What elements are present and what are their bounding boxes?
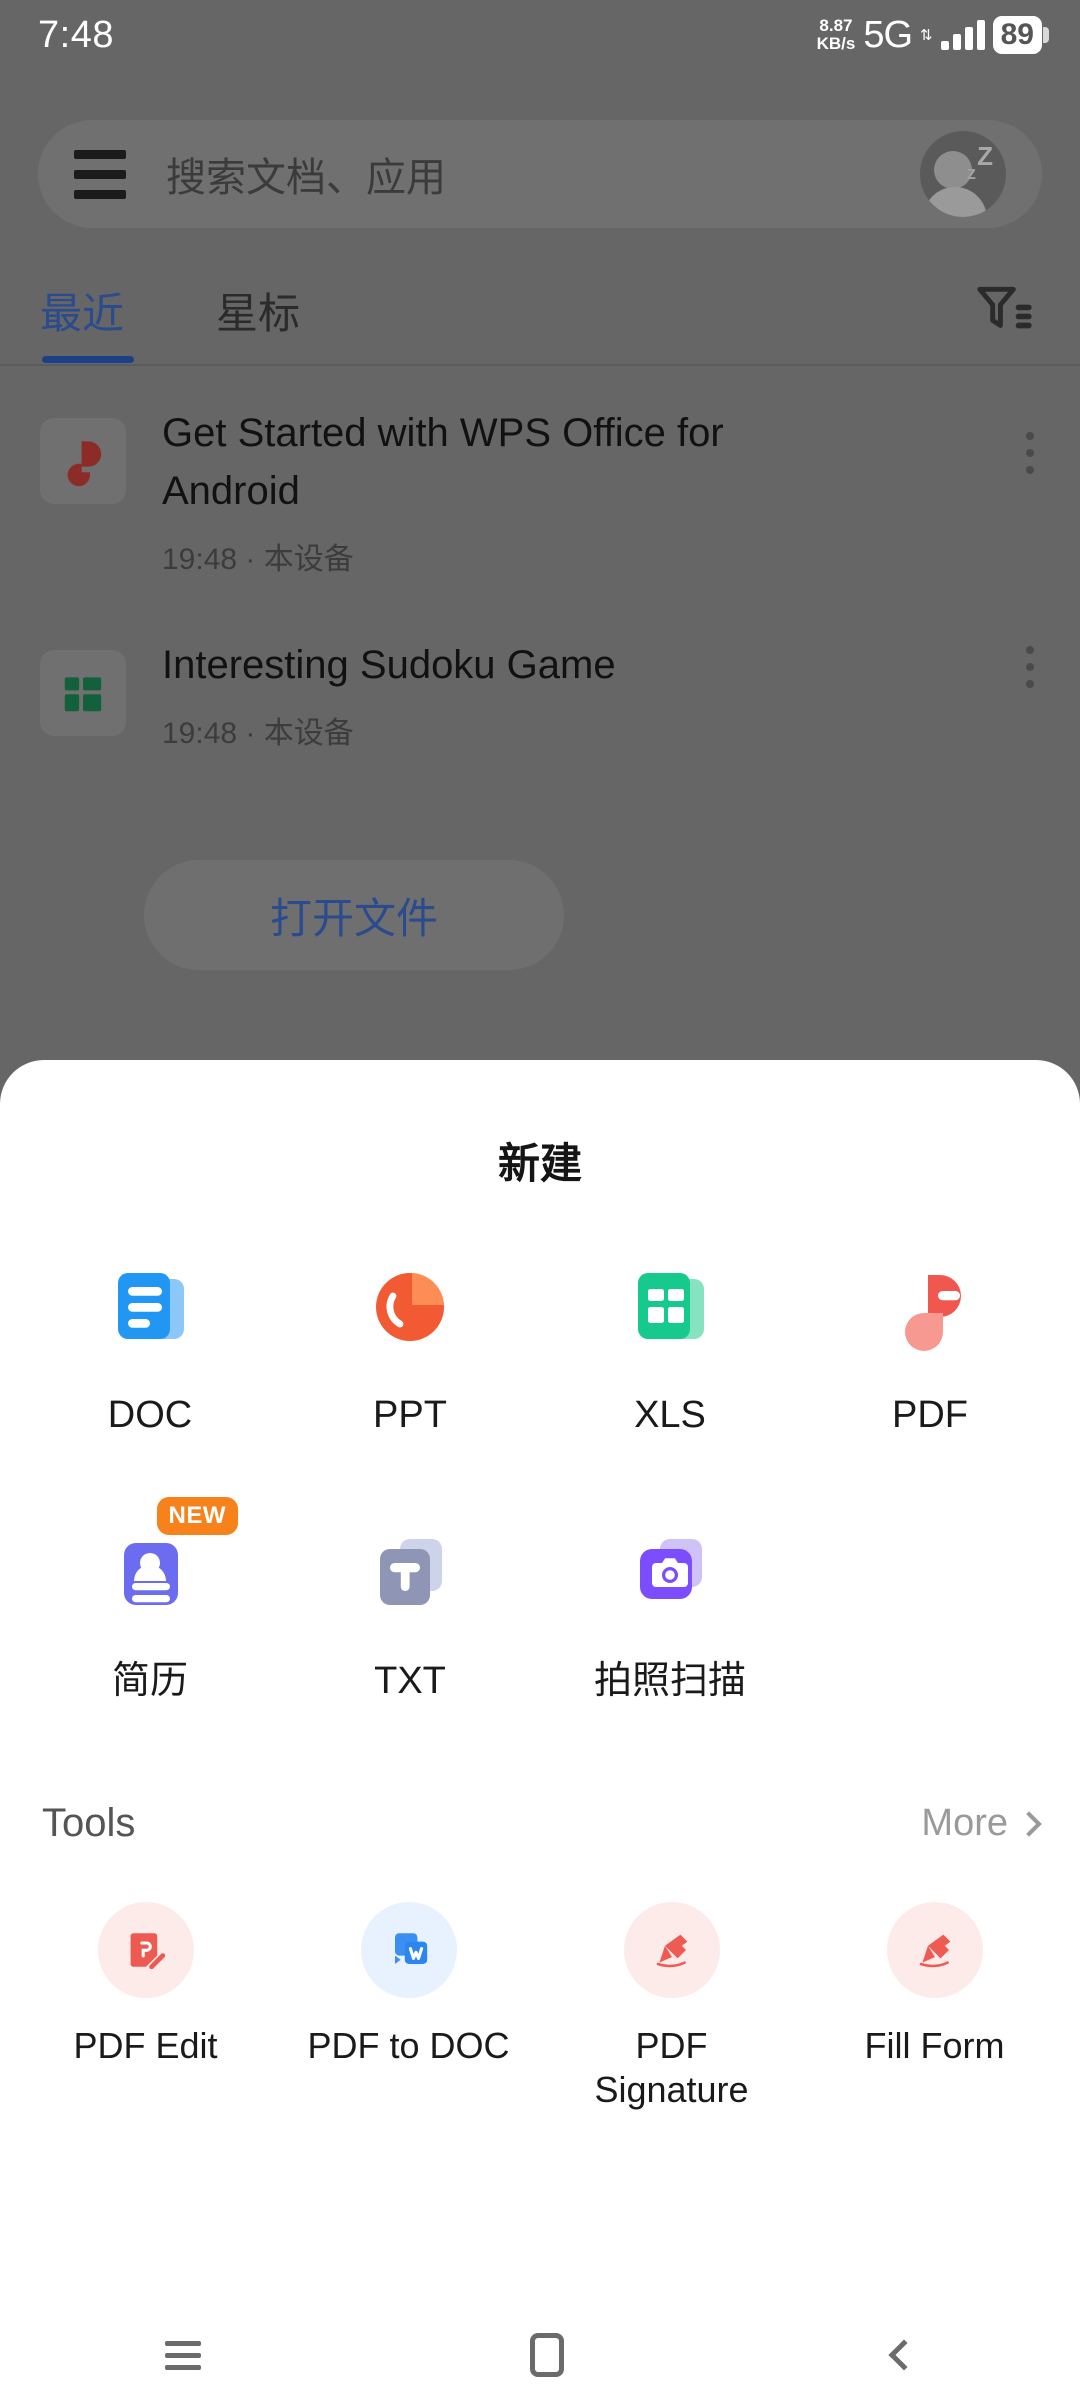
file-overflow-menu-icon[interactable]: [1026, 646, 1034, 688]
doc-icon: [96, 1253, 204, 1361]
search-input[interactable]: 搜索文档、应用: [166, 145, 446, 203]
new-document-bottom-sheet: 新建 DOC PPT XLS PDF NEW 简历 TXT 拍照扫描 Tools…: [0, 1060, 1080, 2400]
tab-divider: [0, 364, 1080, 366]
hamburger-menu-icon[interactable]: [74, 149, 126, 199]
tools-more-button[interactable]: More: [921, 1802, 1042, 1845]
pdf-icon: [876, 1253, 984, 1361]
txt-icon: [356, 1519, 464, 1627]
tool-pdf-edit[interactable]: PDF Edit: [14, 1902, 277, 2112]
new-item-xls-label: XLS: [634, 1394, 706, 1436]
tool-fill-form-label: Fill Form: [864, 2025, 1005, 2066]
tools-title: Tools: [42, 1801, 136, 1845]
tool-pdf-signature[interactable]: PDF Signature: [540, 1902, 803, 2112]
network-speed-unit: KB/s: [816, 34, 856, 53]
status-bar-indicators: 8.87 KB/s 5G ⇅ 89: [817, 13, 1050, 57]
status-badge: NEW: [156, 1497, 238, 1535]
file-name: Interesting Sudoku Game: [162, 643, 616, 687]
file-meta: Get Started with WPS Office for Android …: [162, 404, 1040, 578]
xls-icon: [616, 1253, 724, 1361]
pdf-file-icon: [40, 418, 126, 504]
new-items-row-2: NEW 简历 TXT 拍照扫描: [0, 1497, 1080, 1705]
tab-starred-label: 星标: [216, 289, 301, 337]
tool-fill-form[interactable]: Fill Form: [803, 1902, 1066, 2112]
home-icon[interactable]: [529, 2333, 564, 2377]
sleep-z-icon: Z: [977, 141, 993, 171]
new-item-xls[interactable]: XLS: [540, 1253, 800, 1439]
battery-indicator: 89: [992, 16, 1050, 54]
recents-icon[interactable]: [164, 2340, 201, 2370]
new-item-camera-scan-label: 拍照扫描: [593, 1660, 746, 1702]
file-overflow-menu-icon[interactable]: [1026, 432, 1034, 474]
chevron-right-icon: [1016, 1810, 1042, 1837]
file-name: Get Started with WPS Office for Android: [162, 411, 724, 513]
table-row[interactable]: Get Started with WPS Office for Android …: [0, 380, 1080, 602]
new-items-row-1: DOC PPT XLS PDF: [0, 1253, 1080, 1439]
new-item-placeholder: [800, 1519, 1060, 1705]
tab-bar: 最近 星标: [0, 255, 1080, 365]
tab-recent[interactable]: 最近: [40, 280, 134, 363]
tools-more-label: More: [921, 1802, 1008, 1844]
open-file-button[interactable]: 打开文件: [144, 860, 564, 970]
new-item-camera-scan[interactable]: 拍照扫描: [540, 1519, 800, 1705]
new-item-pdf-label: PDF: [892, 1394, 968, 1436]
tools-grid: PDF Edit PDF to DOC PDF Signature Fill F…: [0, 1902, 1080, 2112]
tab-starred[interactable]: 星标: [216, 280, 300, 341]
avatar-body: [923, 187, 987, 217]
tab-recent-label: 最近: [40, 289, 125, 337]
pdf-signature-icon: [623, 1902, 720, 1998]
file-meta: Interesting Sudoku Game 19:48 · 本设备: [162, 636, 1040, 752]
tool-pdf-to-doc-label: PDF to DOC: [307, 2025, 510, 2066]
network-speed-value: 8.87: [819, 16, 853, 35]
tool-pdf-signature-label: PDF Signature: [594, 2025, 749, 2110]
new-item-txt-label: TXT: [374, 1660, 446, 1702]
new-item-resume-label: 简历: [111, 1660, 188, 1702]
filter-icon[interactable]: [972, 279, 1034, 341]
status-bar-clock: 7:48: [38, 13, 114, 56]
new-item-pdf[interactable]: PDF: [800, 1253, 1060, 1439]
file-subtitle: 19:48 · 本设备: [162, 543, 354, 576]
pdf-to-doc-icon: [360, 1902, 457, 1998]
table-row[interactable]: Interesting Sudoku Game 19:48 · 本设备: [0, 602, 1080, 776]
fill-form-icon: [886, 1902, 983, 1998]
new-item-doc-label: DOC: [107, 1394, 193, 1436]
tool-pdf-to-doc[interactable]: PDF to DOC: [277, 1902, 540, 2112]
network-type-label: 5G: [863, 13, 913, 56]
sheet-title: 新建: [497, 1140, 582, 1187]
android-navigation-bar: [0, 2310, 1080, 2400]
pdf-edit-icon: [97, 1902, 194, 1998]
tools-header: Tools More: [0, 1801, 1080, 1846]
new-item-txt[interactable]: TXT: [280, 1519, 540, 1705]
sleep-z-small-icon: z: [967, 163, 976, 183]
network-speed-indicator: 8.87 KB/s: [817, 17, 856, 53]
xls-file-icon: [40, 650, 126, 736]
back-icon[interactable]: [888, 2339, 920, 2371]
new-item-resume[interactable]: NEW 简历: [20, 1497, 280, 1705]
tool-pdf-edit-label: PDF Edit: [73, 2025, 218, 2066]
recent-file-list: Get Started with WPS Office for Android …: [0, 380, 1080, 776]
avatar[interactable]: Z z: [920, 131, 1006, 217]
signal-strength-icon: [940, 20, 985, 50]
data-transfer-icon: ⇅: [920, 27, 933, 44]
new-item-ppt-label: PPT: [373, 1394, 447, 1436]
resume-icon: NEW: [96, 1497, 238, 1627]
new-item-ppt[interactable]: PPT: [280, 1253, 540, 1439]
status-bar: 7:48 8.87 KB/s 5G ⇅ 89: [0, 0, 1080, 70]
ppt-icon: [356, 1253, 464, 1361]
camera-scan-icon: [616, 1519, 724, 1627]
file-subtitle: 19:48 · 本设备: [162, 717, 354, 750]
search-bar[interactable]: 搜索文档、应用 Z z: [38, 120, 1042, 228]
tab-active-indicator: [42, 355, 134, 363]
new-item-doc[interactable]: DOC: [20, 1253, 280, 1439]
